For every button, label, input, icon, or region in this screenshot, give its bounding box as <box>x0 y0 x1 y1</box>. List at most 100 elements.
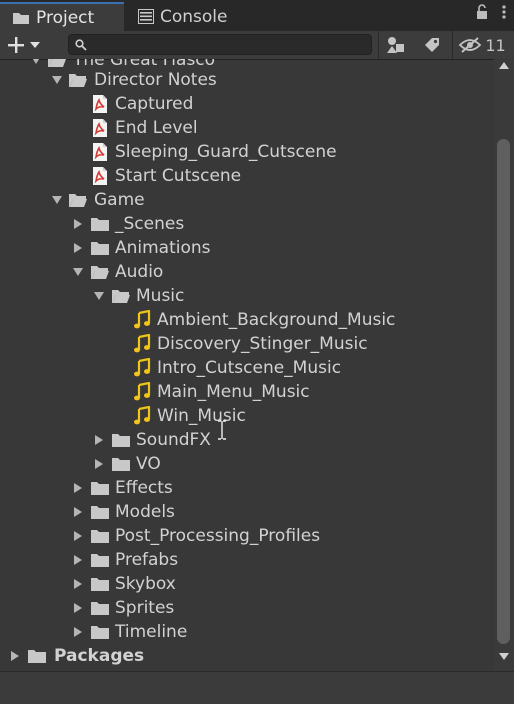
tree-item-game[interactable]: Game <box>0 188 494 212</box>
folder-icon <box>91 506 109 519</box>
expand-arrow-icon[interactable] <box>51 74 63 86</box>
folder-open-icon <box>69 194 87 207</box>
tree-item-label: Game <box>94 190 145 210</box>
tree-item-label: Audio <box>115 262 164 282</box>
scrollbar-thumb[interactable] <box>497 139 510 644</box>
project-toolbar: 11 <box>0 31 514 60</box>
tree-item-folder[interactable]: Skybox <box>0 572 494 596</box>
console-icon <box>138 9 154 24</box>
tree-item-audio-clip[interactable]: Ambient_Background_Music <box>0 308 494 332</box>
collapse-arrow-icon[interactable] <box>72 554 84 566</box>
collapse-arrow-icon[interactable] <box>72 506 84 518</box>
expand-arrow-icon[interactable] <box>72 266 84 278</box>
collapse-arrow-icon[interactable] <box>9 650 21 662</box>
tree-item-scenes[interactable]: _Scenes <box>0 212 494 236</box>
folder-icon <box>91 530 109 543</box>
tree-item-folder[interactable]: Prefabs <box>0 548 494 572</box>
tree-item-label: SoundFX <box>136 430 211 450</box>
tree-item-soundfx[interactable]: SoundFX <box>0 428 494 452</box>
tree-item-audio-clip[interactable]: Main_Menu_Music <box>0 380 494 404</box>
project-tree[interactable]: The Great Fiasco Director Notes Captured… <box>0 59 494 671</box>
music-note-icon <box>134 382 151 401</box>
expand-arrow-icon[interactable] <box>51 194 63 206</box>
collapse-arrow-icon[interactable] <box>72 578 84 590</box>
tree-item-label: VO <box>136 454 161 474</box>
expand-arrow-icon[interactable] <box>30 59 42 66</box>
tree-item-audio-clip[interactable]: Win_Music <box>0 404 494 428</box>
tree-item-label: Skybox <box>115 574 176 594</box>
tree-item-folder[interactable]: Effects <box>0 476 494 500</box>
tab-project-label: Project <box>36 7 95 28</box>
tree-item-label: Post_Processing_Profiles <box>115 526 321 546</box>
collapse-arrow-icon[interactable] <box>72 530 84 542</box>
window-actions <box>476 4 506 20</box>
tree-item-label: Intro_Cutscene_Music <box>157 358 342 378</box>
search-input[interactable] <box>91 36 367 53</box>
tab-console[interactable]: Console <box>128 2 248 31</box>
tree-item-pdf[interactable]: End Level <box>0 116 494 140</box>
tree-item-folder[interactable]: Post_Processing_Profiles <box>0 524 494 548</box>
tree-item-packages[interactable]: Packages <box>0 644 494 668</box>
plus-icon <box>8 37 24 53</box>
more-options-icon[interactable] <box>502 4 506 20</box>
collapse-arrow-icon[interactable] <box>93 458 105 470</box>
tree-item-label: Animations <box>115 238 211 258</box>
scroll-down-arrow-icon[interactable] <box>499 653 509 661</box>
collapse-arrow-icon[interactable] <box>72 626 84 638</box>
music-note-icon <box>134 358 151 377</box>
toolbar-divider <box>378 31 379 59</box>
tree-item-label: Effects <box>115 478 173 498</box>
tree-item-label: _Scenes <box>115 214 185 234</box>
scroll-up-arrow-icon[interactable] <box>499 61 509 69</box>
tree-item-label: Director Notes <box>94 70 217 90</box>
folder-icon <box>91 482 109 495</box>
tree-item-pdf[interactable]: Captured <box>0 92 494 116</box>
window-tab-bar: Project Console <box>0 0 514 31</box>
eye-slash-icon <box>459 37 482 53</box>
vertical-scrollbar[interactable] <box>494 59 514 671</box>
text-cursor-icon <box>218 420 226 440</box>
expand-arrow-icon[interactable] <box>93 290 105 302</box>
tree-item-music[interactable]: Music <box>0 284 494 308</box>
folder-icon <box>28 650 46 663</box>
tree-item-label: Captured <box>115 94 194 114</box>
tree-item-audio-clip[interactable]: Discovery_Stinger_Music <box>0 332 494 356</box>
dropdown-arrow-icon <box>30 42 40 48</box>
tree-item-folder[interactable]: Models <box>0 500 494 524</box>
tree-item-director-notes[interactable]: Director Notes <box>0 68 494 92</box>
tree-item-label: Timeline <box>115 622 188 642</box>
tree-item-label: Models <box>115 502 175 522</box>
tree-item-label: End Level <box>115 118 198 138</box>
search-field[interactable] <box>68 34 372 55</box>
music-note-icon <box>134 334 151 353</box>
tree-item-audio-clip[interactable]: Intro_Cutscene_Music <box>0 356 494 380</box>
tree-item-folder[interactable]: Timeline <box>0 620 494 644</box>
music-note-icon <box>134 310 151 329</box>
create-button[interactable] <box>6 34 52 56</box>
collapse-arrow-icon[interactable] <box>72 602 84 614</box>
hidden-packages-toggle[interactable]: 11 <box>456 34 508 56</box>
collapse-arrow-icon[interactable] <box>72 218 84 230</box>
collapse-arrow-icon[interactable] <box>72 242 84 254</box>
search-by-label-button[interactable] <box>418 34 446 56</box>
collapse-arrow-icon[interactable] <box>93 434 105 446</box>
tab-project[interactable]: Project <box>0 2 124 31</box>
tree-item-animations[interactable]: Animations <box>0 236 494 260</box>
lock-icon[interactable] <box>476 4 488 20</box>
pdf-file-icon <box>93 143 107 161</box>
collapse-arrow-icon[interactable] <box>72 482 84 494</box>
folder-icon <box>91 626 109 639</box>
tree-item-folder[interactable]: Sprites <box>0 596 494 620</box>
tree-item-pdf[interactable]: Start Cutscene <box>0 164 494 188</box>
type-filter-icon <box>387 37 404 53</box>
folder-open-icon <box>69 74 87 87</box>
tree-item-vo[interactable]: VO <box>0 452 494 476</box>
tree-item-audio[interactable]: Audio <box>0 260 494 284</box>
tree-item-label: Ambient_Background_Music <box>157 310 396 330</box>
tree-item-label: Prefabs <box>115 550 179 570</box>
status-bar <box>0 671 514 704</box>
tab-console-label: Console <box>160 6 228 27</box>
tree-item-pdf[interactable]: Sleeping_Guard_Cutscene <box>0 140 494 164</box>
search-by-type-button[interactable] <box>382 34 410 56</box>
folder-icon <box>91 242 109 255</box>
